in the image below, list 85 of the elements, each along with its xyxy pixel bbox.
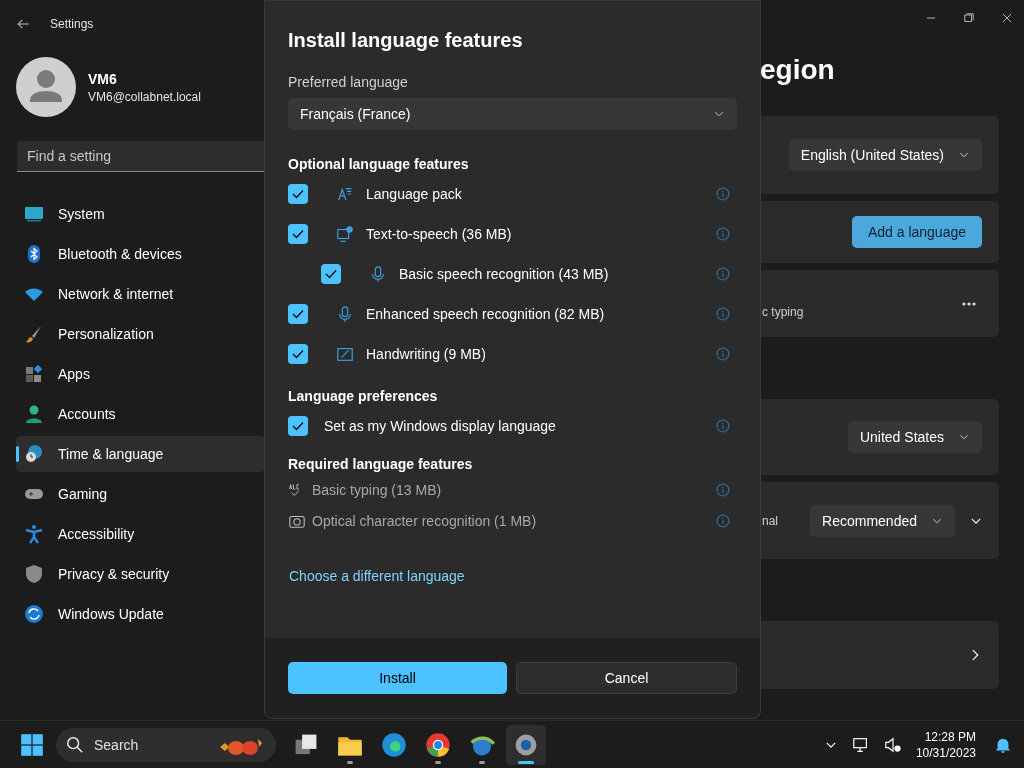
info-icon xyxy=(716,227,730,241)
user-name: VM6 xyxy=(88,70,118,87)
nav-item[interactable]: Accessibility xyxy=(16,516,265,552)
back-icon xyxy=(16,17,30,31)
language-pack-icon xyxy=(336,185,354,203)
check-icon xyxy=(292,229,304,239)
clock-time: 12:28 PM xyxy=(924,728,976,745)
required-feature-label: Basic typing (13 MB) xyxy=(312,481,443,498)
clock-date: 10/31/2023 xyxy=(915,744,976,761)
person-icon xyxy=(24,404,44,424)
section-heading: Language preferences xyxy=(288,388,439,404)
accessibility-icon xyxy=(24,524,44,544)
taskbar-app[interactable] xyxy=(506,724,546,765)
speaker-muted-icon xyxy=(883,735,902,754)
maximize-icon xyxy=(963,12,975,24)
check-icon xyxy=(292,189,304,199)
info-icon xyxy=(716,187,730,201)
language-dropdown[interactable]: English (United States) xyxy=(788,139,982,171)
language-dropdown[interactable]: United States xyxy=(847,421,982,453)
nav-item[interactable]: Bluetooth & devices xyxy=(16,236,265,272)
nav-item[interactable]: Windows Update xyxy=(16,596,265,632)
language-option-text: c typing xyxy=(762,304,804,319)
check-icon xyxy=(292,349,304,359)
preference-label: Set as my Windows display language xyxy=(324,418,557,434)
page-title: egion xyxy=(760,56,836,84)
section-heading: Optional language features xyxy=(288,156,470,172)
install-button[interactable]: Install xyxy=(288,662,507,694)
start-icon[interactable] xyxy=(20,732,44,757)
browser-icon xyxy=(381,731,407,758)
avatar-icon xyxy=(16,57,76,117)
check-icon xyxy=(292,309,304,319)
nav-item[interactable]: Gaming xyxy=(16,476,265,512)
update-icon xyxy=(24,604,44,624)
nav-item[interactable]: Time & language xyxy=(16,436,265,472)
field-label: Preferred language xyxy=(288,74,409,90)
search-icon xyxy=(66,735,84,754)
checkbox[interactable] xyxy=(288,344,308,364)
feature-label: Basic speech recognition (43 MB) xyxy=(399,266,610,282)
handwriting-icon xyxy=(336,345,354,363)
close-icon xyxy=(1001,12,1013,24)
feature-label: Handwriting (9 MB) xyxy=(366,346,487,362)
screen-speech-icon xyxy=(336,225,354,243)
cancel-button[interactable]: Cancel xyxy=(516,662,737,694)
feature-label: Language pack xyxy=(366,186,463,202)
user-email: VM6@collabnet.local xyxy=(88,89,201,104)
feature-label: Enhanced speech recognition (82 MB) xyxy=(366,306,606,322)
add-language-button[interactable]: Add a language xyxy=(851,216,982,248)
nav-item[interactable]: Personalization xyxy=(16,316,265,352)
feature-label: Text-to-speech (36 MB) xyxy=(366,226,513,242)
recommended-dropdown[interactable]: Recommended xyxy=(810,504,955,537)
info-icon xyxy=(716,482,730,497)
dialog-title: Install language features xyxy=(288,29,524,52)
nav-item[interactable]: Accounts xyxy=(16,396,265,432)
check-icon xyxy=(325,269,337,279)
info-icon xyxy=(716,513,730,528)
apps-icon xyxy=(24,364,44,384)
info-icon xyxy=(716,307,730,321)
info-icon xyxy=(716,267,730,281)
taskbar-search[interactable]: Search xyxy=(56,727,276,762)
nav-item[interactable]: System xyxy=(16,196,265,232)
checkbox[interactable] xyxy=(288,224,308,244)
nav-item[interactable]: Network & internet xyxy=(16,276,265,312)
checkbox[interactable] xyxy=(288,304,308,324)
microphone-icon xyxy=(369,265,387,283)
browser-icon xyxy=(425,731,451,758)
network-icon xyxy=(851,735,870,754)
info-icon xyxy=(716,419,730,433)
checkbox[interactable] xyxy=(288,416,308,436)
nav-item[interactable]: Apps xyxy=(16,356,265,392)
info-icon xyxy=(716,347,730,361)
microphone-icon xyxy=(336,305,354,323)
checkbox[interactable] xyxy=(321,264,341,284)
required-feature-label: Optical character recognition (1 MB) xyxy=(312,512,538,529)
globe-clock-icon xyxy=(24,444,44,464)
nav-item[interactable]: Privacy & security xyxy=(16,556,265,592)
checkbox[interactable] xyxy=(288,184,308,204)
shield-icon xyxy=(24,564,44,584)
monitor-icon xyxy=(24,204,44,224)
choose-language-link[interactable]: Choose a different language xyxy=(289,568,465,584)
language-select[interactable]: Français (France) xyxy=(288,98,737,130)
window-title: Settings xyxy=(50,17,94,31)
setting-text: nal xyxy=(762,513,778,528)
more-options-icon[interactable] xyxy=(962,301,976,306)
section-heading: Required language features xyxy=(288,456,474,472)
check-icon xyxy=(292,421,304,431)
